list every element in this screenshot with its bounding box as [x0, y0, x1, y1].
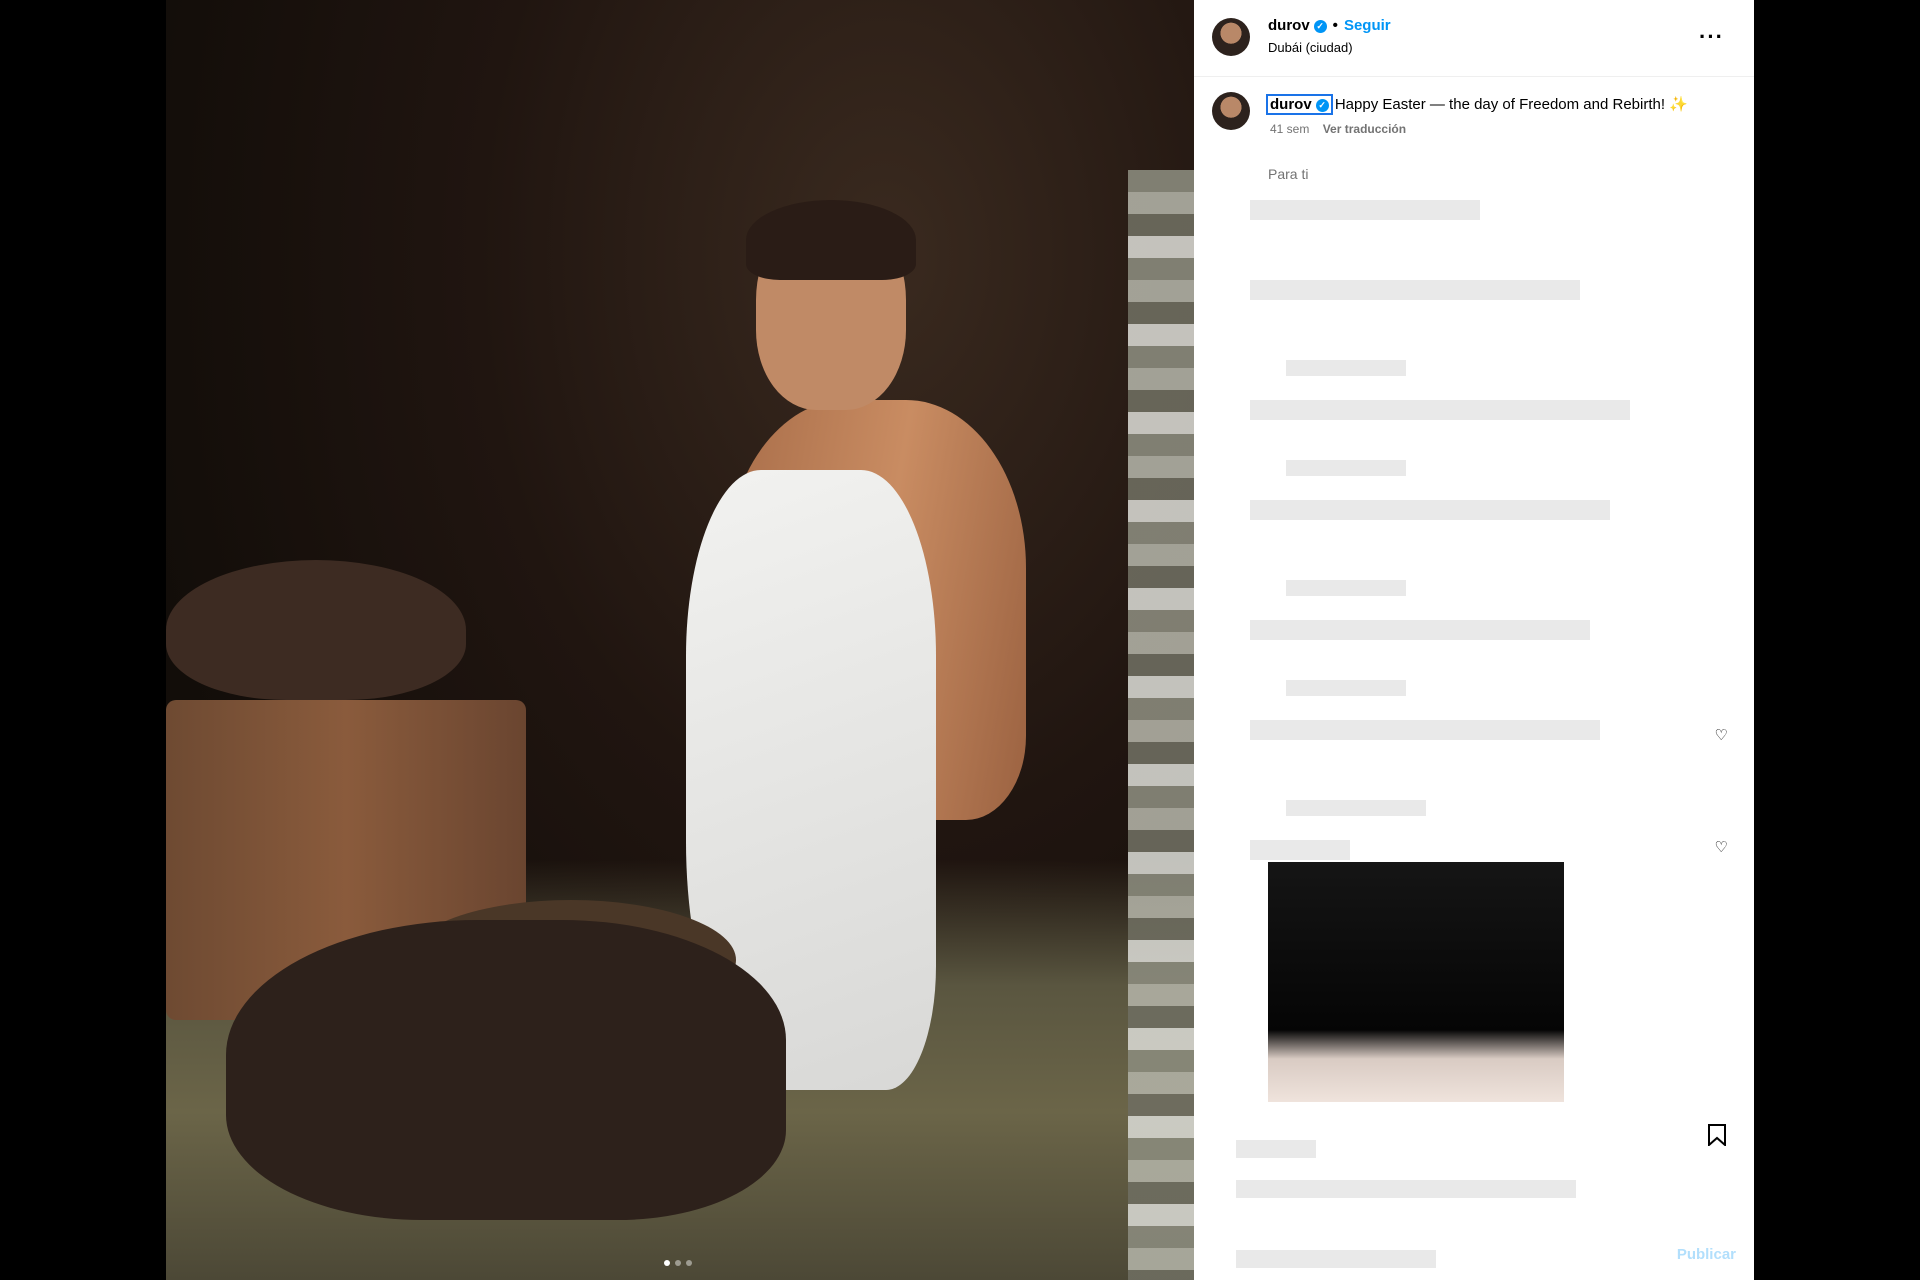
heart-icon[interactable]: ♡	[1715, 726, 1728, 744]
caption: durov ✓ Happy Easter — the day of Freedom…	[1194, 92, 1754, 152]
photo-goat-front	[226, 920, 786, 1220]
follow-button[interactable]: Seguir	[1344, 17, 1391, 34]
list-item	[1286, 800, 1426, 816]
carousel-indicator	[664, 1260, 692, 1266]
caption-username-label: durov	[1270, 96, 1312, 113]
verified-badge-icon: ✓	[1313, 19, 1327, 33]
post-header: durov ✓ • Seguir Dubái (ciudad) ···	[1194, 0, 1754, 77]
username-link[interactable]: durov	[1268, 17, 1310, 34]
photo-fur	[166, 560, 466, 700]
list-item	[1250, 200, 1480, 220]
list-item	[1250, 400, 1630, 420]
list-item	[1286, 360, 1406, 376]
verified-badge-icon: ✓	[1315, 98, 1329, 112]
separator: •	[1332, 17, 1338, 34]
post-photo[interactable]	[166, 0, 1194, 1280]
list-item	[1250, 720, 1600, 740]
carousel-dot	[686, 1260, 692, 1266]
caption-text: Happy Easter — the day of Freedom and Re…	[1334, 96, 1666, 113]
heart-icon[interactable]: ♡	[1715, 838, 1728, 856]
bookmark-icon[interactable]	[1708, 1124, 1726, 1148]
carousel-dot	[664, 1260, 670, 1266]
carousel-dot	[675, 1260, 681, 1266]
list-item	[1250, 500, 1610, 520]
list-item	[1286, 460, 1406, 476]
caption-username[interactable]: durov ✓	[1266, 94, 1333, 115]
comments-list	[1206, 180, 1754, 1280]
header-user-line: durov ✓ • Seguir	[1268, 17, 1391, 34]
more-options-icon[interactable]: ···	[1699, 24, 1724, 50]
list-item	[1236, 1180, 1576, 1198]
list-item	[1236, 1250, 1436, 1268]
list-item	[1250, 840, 1350, 860]
list-item	[1250, 620, 1590, 640]
publish-button[interactable]: Publicar	[1677, 1246, 1736, 1263]
list-item	[1250, 280, 1580, 300]
location-link[interactable]: Dubái (ciudad)	[1268, 40, 1353, 55]
list-item	[1286, 580, 1406, 596]
sparkle-emoji: ✨	[1669, 96, 1688, 113]
caption-avatar[interactable]	[1212, 92, 1250, 130]
caption-meta: 41 sem Ver traducción	[1270, 122, 1406, 136]
post-age[interactable]: 41 sem	[1270, 122, 1309, 136]
list-item	[1286, 680, 1406, 696]
photo-person	[686, 200, 1066, 1090]
avatar[interactable]	[1212, 18, 1250, 56]
translate-link[interactable]: Ver traducción	[1323, 122, 1406, 136]
list-item	[1236, 1140, 1316, 1158]
comment-image	[1268, 862, 1564, 1102]
caption-text-line: durov ✓ Happy Easter — the day of Freedom…	[1266, 94, 1688, 115]
